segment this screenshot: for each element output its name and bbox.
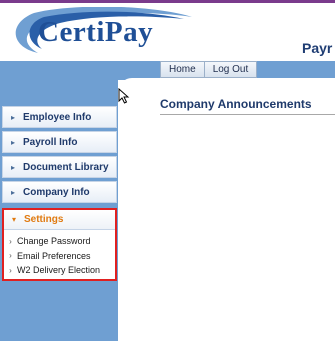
settings-submenu: › Change Password › Email Preferences › … <box>4 234 115 278</box>
chevron-right-icon: › <box>9 236 12 246</box>
sidebar-item-label: Document Library <box>23 161 109 173</box>
sidebar-nav: ▸ Employee Info ▸ Payroll Info ▸ Documen… <box>2 106 117 206</box>
logout-link[interactable]: Log Out <box>204 61 258 78</box>
sidebar-item-settings[interactable]: ▾ Settings <box>4 210 115 230</box>
chevron-right-icon: ▸ <box>10 162 15 172</box>
title-divider <box>160 114 335 115</box>
content-area <box>118 78 335 341</box>
chevron-right-icon: ▸ <box>10 187 15 197</box>
chevron-right-icon: ▸ <box>10 112 15 122</box>
submenu-item-email-preferences[interactable]: › Email Preferences <box>4 249 115 264</box>
chevron-down-icon: ▾ <box>11 215 16 224</box>
chevron-right-icon: › <box>9 251 12 261</box>
home-link[interactable]: Home <box>160 61 205 78</box>
chevron-right-icon: ▸ <box>10 137 15 147</box>
sidebar-item-label: Employee Info <box>23 111 92 123</box>
submenu-item-change-password[interactable]: › Change Password <box>4 234 115 249</box>
chevron-right-icon: › <box>9 265 12 275</box>
header-title: Payr <box>302 40 333 56</box>
submenu-item-label: Change Password <box>17 236 91 247</box>
settings-highlight-box: ▾ Settings › Change Password › Email Pre… <box>2 208 117 281</box>
logo-text: CertiPay <box>38 16 154 48</box>
mouse-cursor-icon <box>118 88 130 104</box>
certipay-logo[interactable]: CertiPay <box>4 7 194 57</box>
sidebar-item-employee-info[interactable]: ▸ Employee Info <box>2 106 117 128</box>
top-navigation: Home Log Out <box>160 61 258 78</box>
submenu-item-label: Email Preferences <box>17 250 91 261</box>
submenu-item-label: W2 Delivery Election <box>17 265 101 276</box>
sidebar-item-document-library[interactable]: ▸ Document Library <box>2 156 117 178</box>
sidebar-item-payroll-info[interactable]: ▸ Payroll Info <box>2 131 117 153</box>
sidebar-item-label: Company Info <box>23 186 90 198</box>
header: CertiPay Payr <box>0 3 335 61</box>
sidebar-item-label: Settings <box>24 214 64 225</box>
sidebar-item-label: Payroll Info <box>23 136 78 148</box>
page-title: Company Announcements <box>160 97 312 111</box>
sidebar-item-company-info[interactable]: ▸ Company Info <box>2 181 117 203</box>
submenu-item-w2-delivery-election[interactable]: › W2 Delivery Election <box>4 263 115 278</box>
